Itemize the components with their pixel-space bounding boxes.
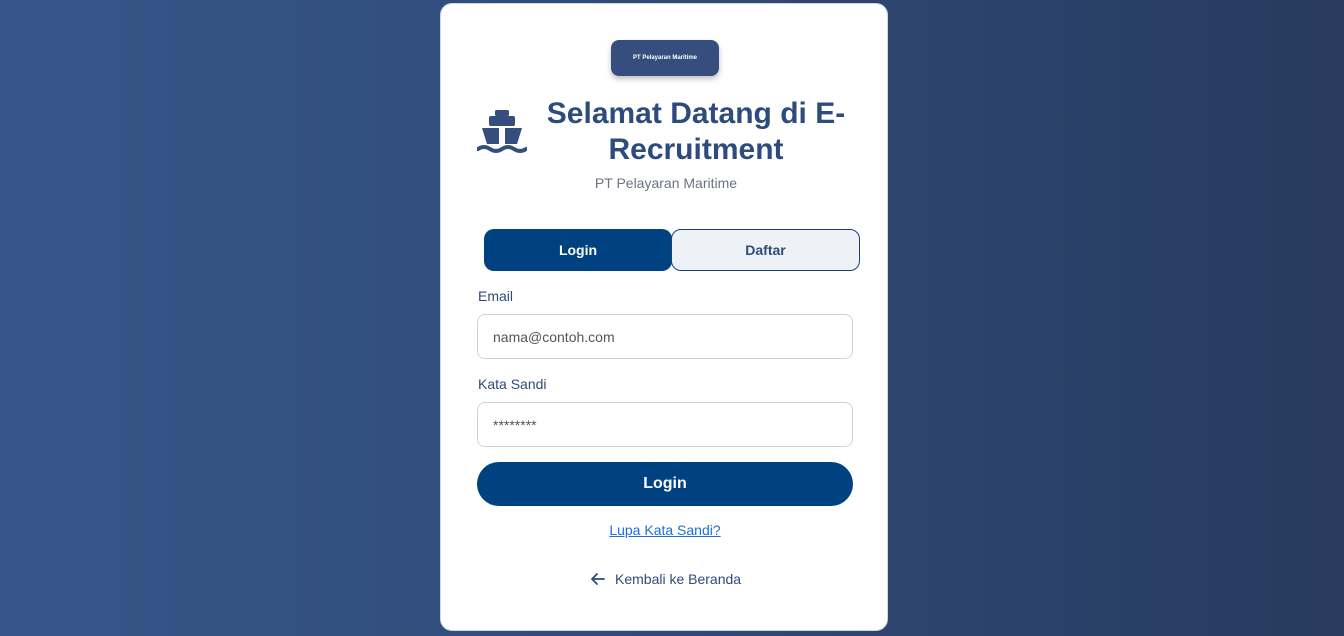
login-card: PT Pelayaran Maritime Selamat Datang di … [440,3,888,631]
login-submit-button[interactable]: Login [477,462,853,506]
ship-icon [477,110,527,153]
company-logo: PT Pelayaran Maritime [611,40,719,76]
back-label: Kembali ke Beranda [615,571,742,587]
email-input[interactable] [477,314,853,359]
page-subtitle: PT Pelayaran Maritime [594,175,738,191]
back-to-home-link[interactable]: Kembali ke Beranda [591,571,741,587]
page-title: Selamat Datang di E-Recruitment [546,97,846,166]
tab-login[interactable]: Login [484,229,672,271]
password-label: Kata Sandi [478,376,547,392]
password-input[interactable] [477,402,853,447]
tab-daftar[interactable]: Daftar [671,229,860,271]
email-label: Email [478,288,514,304]
arrow-left-icon [591,573,605,585]
forgot-password-link[interactable]: Lupa Kata Sandi? [477,522,853,538]
